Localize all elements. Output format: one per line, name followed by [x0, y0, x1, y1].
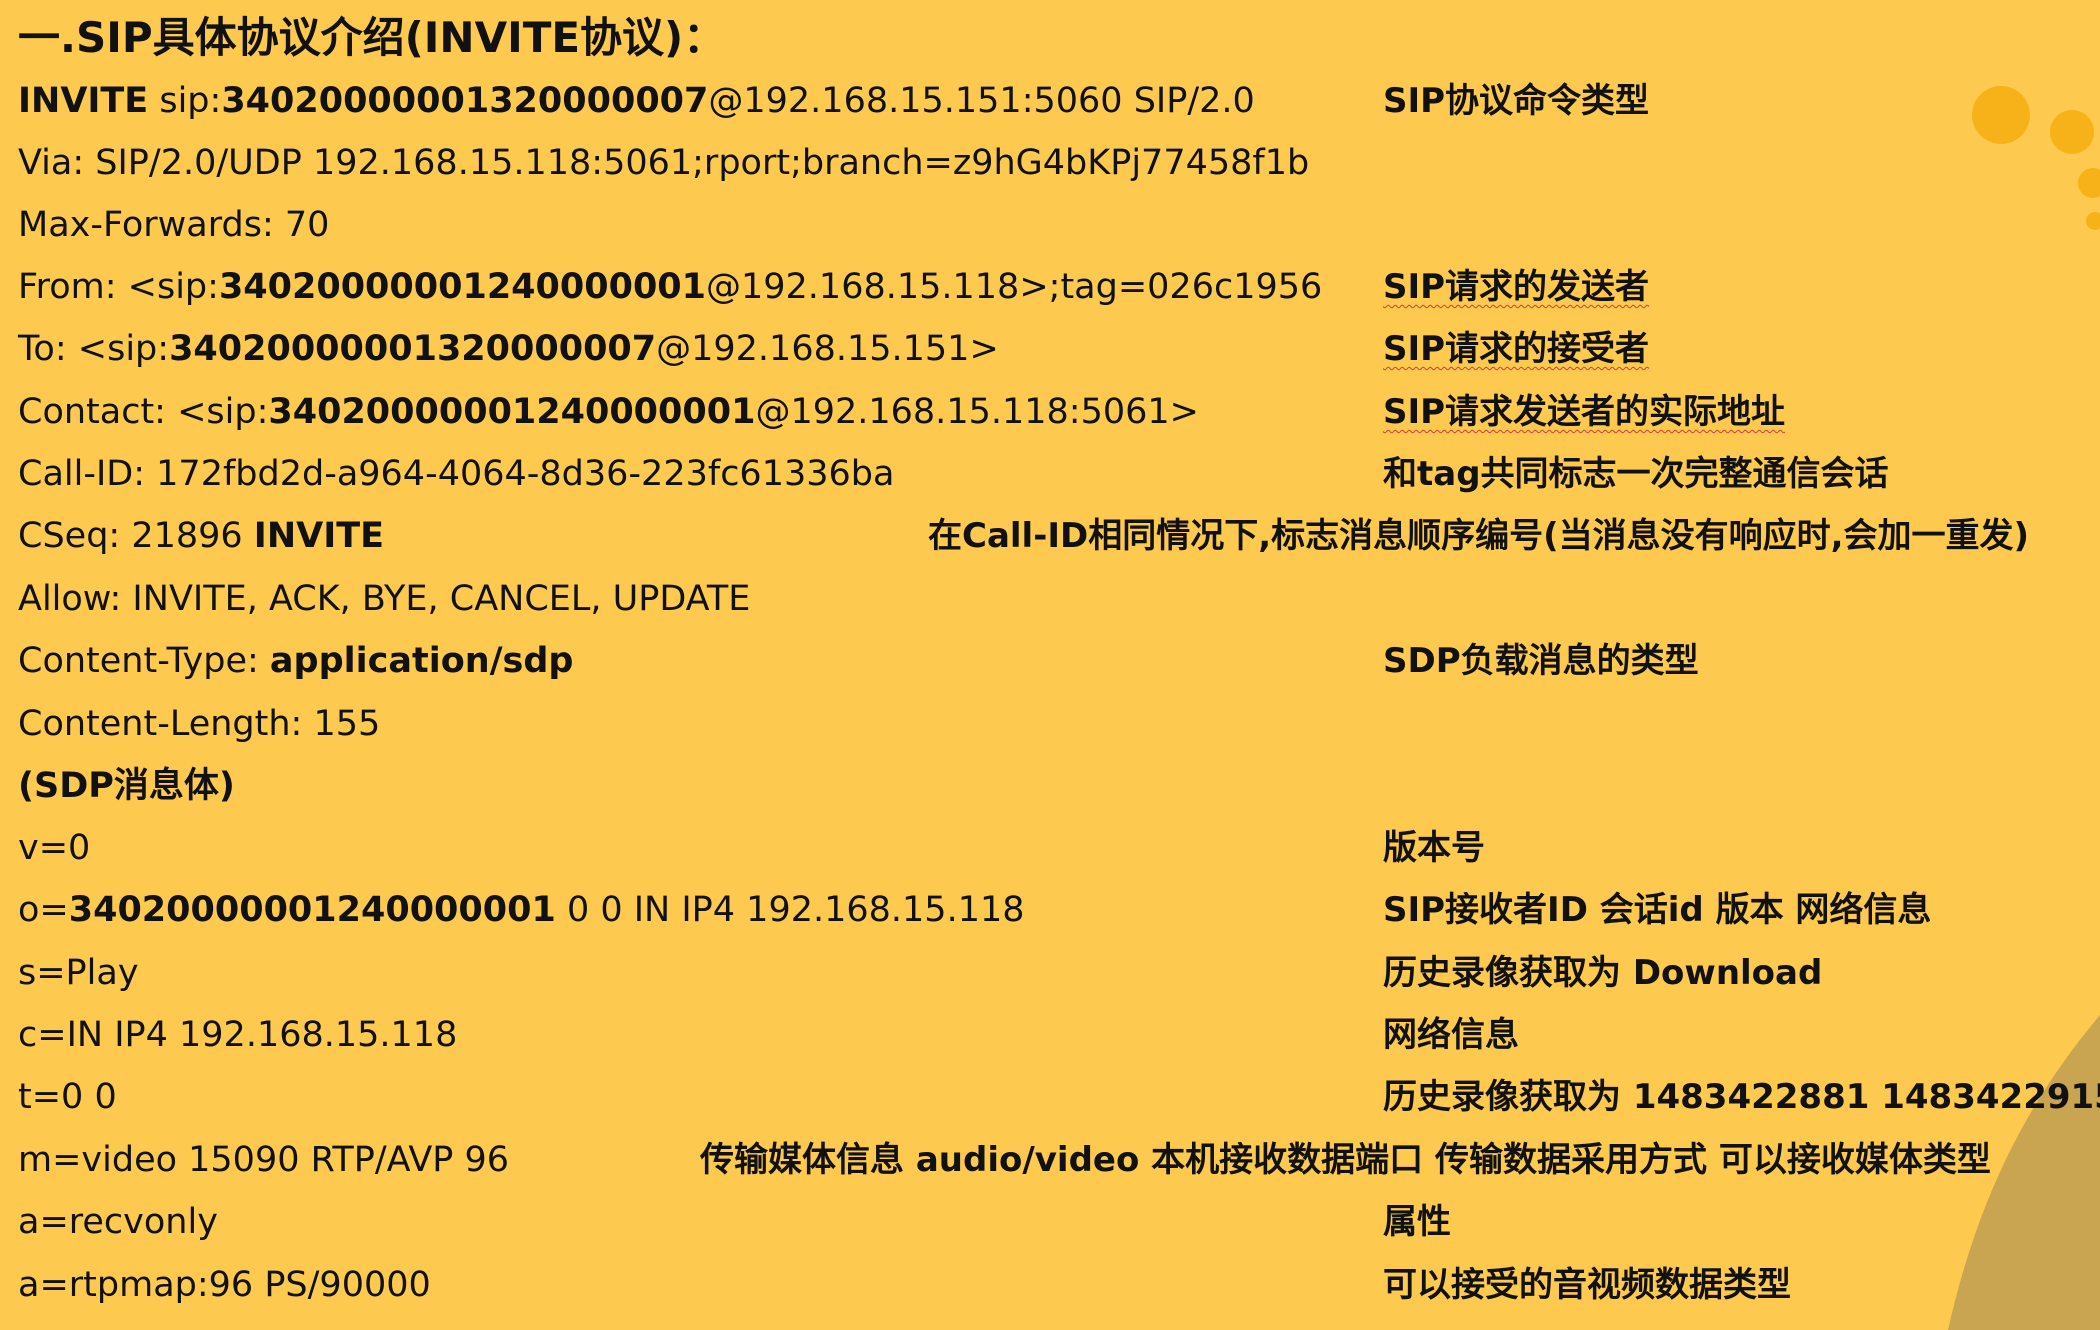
- header-field: c=IN IP4 192.168.15.118: [18, 1004, 457, 1066]
- header-field-segment: Allow: INVITE, ACK, BYE, CANCEL, UPDATE: [18, 579, 751, 619]
- field-annotation: SDP负载消息的类型: [1383, 641, 1699, 681]
- header-field: CSeq: 21896 INVITE: [18, 505, 384, 567]
- header-field-segment: Content-Length: 155: [18, 704, 381, 744]
- message-line: a=recvonly 属性: [0, 1191, 2100, 1253]
- message-line: Content-Type: application/sdp SDP负载消息的类型: [0, 630, 2100, 692]
- message-line: o=34020000001240000001 0 0 IN IP4 192.16…: [0, 879, 2100, 941]
- header-field: Content-Type: application/sdp: [18, 630, 573, 692]
- field-annotation: SIP请求的发送者: [1383, 267, 1650, 307]
- header-field-segment: s=Play: [18, 953, 139, 993]
- header-field-segment: To: <sip:: [18, 329, 170, 369]
- header-field: Content-Length: 155: [18, 693, 380, 755]
- header-field-segment: o=: [18, 890, 69, 930]
- header-field-segment: 0 0 IN IP4 192.168.15.118: [555, 890, 1025, 930]
- field-annotation: SIP请求的接受者: [1383, 329, 1650, 369]
- message-line: c=IN IP4 192.168.15.118 网络信息: [0, 1004, 2100, 1066]
- header-field-segment: (SDP消息体): [18, 766, 235, 806]
- header-field-segment: c=IN IP4 192.168.15.118: [18, 1015, 458, 1055]
- header-field: v=0: [18, 817, 90, 879]
- header-field: a=rtpmap:96 PS/90000: [18, 1254, 431, 1316]
- header-field-segment: INVITE: [18, 81, 149, 121]
- message-line: a=rtpmap:96 PS/90000 可以接受的音视频数据类型: [0, 1254, 2100, 1316]
- field-annotation: SIP请求发送者的实际地址: [1383, 392, 1786, 432]
- field-annotation: 版本号: [1383, 828, 1485, 868]
- header-field: o=34020000001240000001 0 0 IN IP4 192.16…: [18, 879, 1025, 941]
- message-line: v=0 版本号: [0, 817, 2100, 879]
- message-line: Call-ID: 172fbd2d-a964-4064-8d36-223fc61…: [0, 443, 2100, 505]
- header-field-segment: @192.168.15.151>: [656, 329, 999, 369]
- page-title: 一.SIP具体协议介绍(INVITE协议)：: [18, 13, 726, 62]
- header-field: Contact: <sip:34020000001240000001@192.1…: [18, 381, 1199, 443]
- header-field-segment: @192.168.15.151:5060 SIP/2.0: [708, 81, 1255, 121]
- header-field-segment: 34020000001320000007: [221, 81, 709, 121]
- header-field-segment: a=rtpmap:96 PS/90000: [18, 1265, 431, 1305]
- header-field: a=recvonly: [18, 1191, 218, 1253]
- header-field: Call-ID: 172fbd2d-a964-4064-8d36-223fc61…: [18, 443, 894, 505]
- header-field-segment: sip:: [148, 81, 222, 121]
- header-field-segment: CSeq: 21896: [18, 516, 254, 556]
- header-field-segment: Contact: <sip:: [18, 392, 269, 432]
- field-annotation: 可以接受的音视频数据类型: [1383, 1265, 1791, 1305]
- field-annotation: 属性: [1383, 1202, 1451, 1242]
- message-line: Contact: <sip:34020000001240000001@192.1…: [0, 381, 2100, 443]
- message-line: s=Play 历史录像获取为 Download: [0, 942, 2100, 1004]
- message-line: Max-Forwards: 70: [0, 194, 2100, 256]
- message-line: (SDP消息体): [0, 755, 2100, 817]
- field-annotation: 在Call-ID相同情况下,标志消息顺序编号(当消息没有响应时,会加一重发): [928, 516, 2030, 556]
- header-field: s=Play: [18, 942, 139, 1004]
- field-annotation: 传输媒体信息 audio/video 本机接收数据端口 传输数据采用方式 可以接…: [700, 1140, 1991, 1180]
- header-field-segment: From: <sip:: [18, 267, 219, 307]
- header-field-segment: INVITE: [253, 516, 385, 556]
- header-field-segment: m=video 15090 RTP/AVP 96: [18, 1140, 510, 1180]
- header-field-segment: Max-Forwards: 70: [18, 205, 330, 245]
- header-field-segment: 34020000001320000007: [169, 329, 657, 369]
- field-annotation: SIP接收者ID 会话id 版本 网络信息: [1383, 890, 1932, 930]
- message-line: Allow: INVITE, ACK, BYE, CANCEL, UPDATE: [0, 568, 2100, 630]
- message-line: INVITE sip:34020000001320000007@192.168.…: [0, 70, 2100, 132]
- header-field-segment: 34020000001240000001: [218, 267, 706, 307]
- header-field: t=0 0: [18, 1066, 117, 1128]
- message-line: t=0 0 历史录像获取为 1483422881 1483422915: [0, 1066, 2100, 1128]
- header-field: From: <sip:34020000001240000001@192.168.…: [18, 256, 1322, 318]
- header-field-segment: v=0: [18, 828, 91, 868]
- message-line: From: <sip:34020000001240000001@192.168.…: [0, 256, 2100, 318]
- message-line: To: <sip:34020000001320000007@192.168.15…: [0, 318, 2100, 380]
- header-field-segment: Content-Type:: [18, 641, 270, 681]
- field-annotation: 历史录像获取为 1483422881 1483422915: [1383, 1077, 2100, 1117]
- header-field: Allow: INVITE, ACK, BYE, CANCEL, UPDATE: [18, 568, 750, 630]
- header-field: INVITE sip:34020000001320000007@192.168.…: [18, 70, 1255, 132]
- header-field-segment: @192.168.15.118>;tag=026c1956: [706, 267, 1323, 307]
- header-field-segment: a=recvonly: [18, 1202, 218, 1242]
- header-field: (SDP消息体): [18, 755, 235, 817]
- header-field-segment: Call-ID: 172fbd2d-a964-4064-8d36-223fc61…: [18, 454, 895, 494]
- header-field: Via: SIP/2.0/UDP 192.168.15.118:5061;rpo…: [18, 132, 1309, 194]
- header-field-segment: 34020000001240000001: [268, 392, 756, 432]
- field-annotation: 网络信息: [1383, 1015, 1519, 1055]
- header-field-segment: @192.168.15.118:5061>: [755, 392, 1199, 432]
- field-annotation: SIP协议命令类型: [1383, 81, 1650, 121]
- header-field-segment: t=0 0: [18, 1077, 117, 1117]
- header-field: Max-Forwards: 70: [18, 194, 329, 256]
- message-line: m=video 15090 RTP/AVP 96 传输媒体信息 audio/vid…: [0, 1129, 2100, 1191]
- header-field-segment: 34020000001240000001: [68, 890, 556, 930]
- message-line: CSeq: 21896 INVITE 在Call-ID相同情况下,标志消息顺序编号…: [0, 505, 2100, 567]
- header-field: m=video 15090 RTP/AVP 96: [18, 1129, 509, 1191]
- header-field: To: <sip:34020000001320000007@192.168.15…: [18, 318, 999, 380]
- message-line: Content-Length: 155: [0, 693, 2100, 755]
- header-field-segment: Via: SIP/2.0/UDP 192.168.15.118:5061;rpo…: [18, 143, 1310, 183]
- message-line: Via: SIP/2.0/UDP 192.168.15.118:5061;rpo…: [0, 132, 2100, 194]
- field-annotation: 历史录像获取为 Download: [1383, 953, 1823, 993]
- field-annotation: 和tag共同标志一次完整通信会话: [1383, 454, 1889, 494]
- header-field-segment: application/sdp: [269, 641, 574, 681]
